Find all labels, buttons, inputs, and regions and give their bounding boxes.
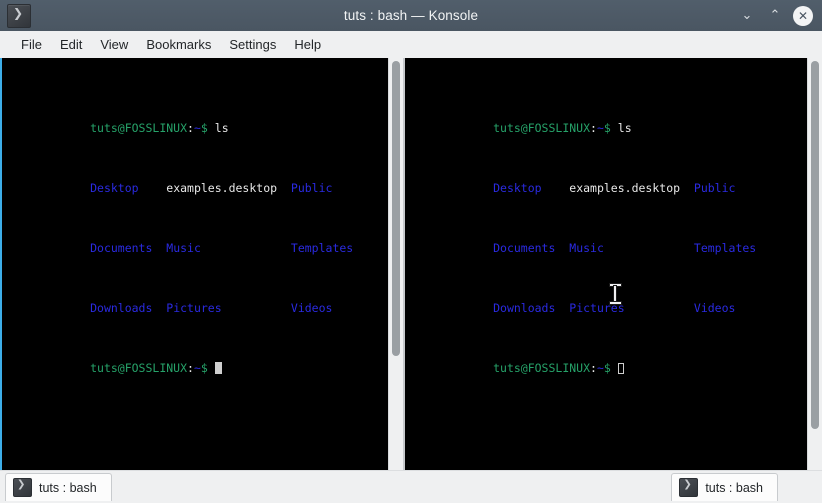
ls-entry: examples.desktop — [166, 181, 278, 195]
ls-entry: Documents — [493, 241, 556, 255]
prompt-user: tuts@FOSSLINUX — [90, 361, 188, 375]
scrollbar-thumb-right[interactable] — [811, 61, 819, 429]
ls-entry: Videos — [693, 301, 736, 315]
ls-entry: Public — [290, 181, 333, 195]
ls-entry: Videos — [290, 301, 333, 315]
terminal-screen-right[interactable]: tuts@FOSSLINUX:~$ ls Desktop examples.de… — [405, 58, 807, 470]
menu-item-view[interactable]: View — [91, 34, 137, 55]
konsole-window: tuts : bash — Konsole ⌄ ⌃ ✕ File Edit Vi… — [0, 0, 822, 503]
ls-entry: examples.desktop — [569, 181, 681, 195]
terminal-line: Desktop examples.desktop Public — [410, 166, 807, 195]
ls-entry: Desktop — [493, 181, 542, 195]
tab-label: tuts : bash — [705, 480, 763, 495]
minimize-icon[interactable]: ⌄ — [734, 3, 760, 29]
ls-entry: Downloads — [90, 301, 153, 315]
close-button[interactable]: ✕ — [790, 3, 816, 29]
window-controls: ⌄ ⌃ ✕ — [734, 0, 816, 31]
terminal-line: tuts@FOSSLINUX:~$ ls — [410, 106, 807, 135]
menu-item-settings[interactable]: Settings — [220, 34, 285, 55]
menu-item-edit[interactable]: Edit — [51, 34, 91, 55]
window-title: tuts : bash — Konsole — [343, 8, 479, 23]
prompt-symbol: $ — [200, 121, 208, 135]
terminal-line: Desktop examples.desktop Public — [7, 166, 388, 195]
terminal-area-left[interactable]: tuts@FOSSLINUX:~$ ls Desktop examples.de… — [0, 58, 403, 470]
tab-label: tuts : bash — [39, 480, 97, 495]
ls-entry: Public — [693, 181, 736, 195]
ls-entry: Pictures — [569, 301, 625, 315]
terminal-pane-left: tuts@FOSSLINUX:~$ ls Desktop examples.de… — [0, 58, 403, 503]
terminal-cursor-right — [617, 363, 624, 374]
terminal-cursor-left — [214, 362, 222, 374]
close-icon: ✕ — [793, 5, 813, 26]
prompt-symbol: $ — [603, 121, 611, 135]
tab-tuts-bash-left[interactable]: tuts : bash — [5, 473, 112, 501]
scrollbar-left[interactable] — [388, 58, 403, 470]
prompt-symbol: $ — [603, 361, 611, 375]
titlebar[interactable]: tuts : bash — Konsole ⌄ ⌃ ✕ — [0, 0, 822, 32]
split-view: tuts@FOSSLINUX:~$ ls Desktop examples.de… — [0, 58, 822, 503]
scrollbar-thumb-left[interactable] — [392, 61, 400, 356]
menu-item-file[interactable]: File — [12, 34, 51, 55]
prompt-symbol: $ — [200, 361, 208, 375]
terminal-command: ls — [610, 121, 632, 135]
terminal-pane-right: tuts@FOSSLINUX:~$ ls Desktop examples.de… — [403, 58, 822, 503]
menu-item-help[interactable]: Help — [285, 34, 330, 55]
ls-entry: Music — [569, 241, 604, 255]
maximize-icon[interactable]: ⌃ — [762, 3, 788, 29]
ls-entry: Music — [166, 241, 201, 255]
terminal-line: tuts@FOSSLINUX:~$ ls — [7, 106, 388, 135]
terminal-line: Documents Music Templates — [410, 226, 807, 255]
terminal-line: tuts@FOSSLINUX:~$ — [7, 346, 388, 375]
ls-entry: Documents — [90, 241, 153, 255]
prompt-user: tuts@FOSSLINUX — [493, 121, 591, 135]
prompt-separator: : — [590, 361, 597, 375]
terminal-screen-left[interactable]: tuts@FOSSLINUX:~$ ls Desktop examples.de… — [2, 58, 388, 470]
tab-tuts-bash-right[interactable]: tuts : bash — [671, 473, 778, 501]
prompt-user: tuts@FOSSLINUX — [90, 121, 188, 135]
terminal-line: Downloads Pictures Videos — [7, 286, 388, 315]
prompt-path: ~ — [596, 121, 604, 135]
prompt-path: ~ — [193, 121, 201, 135]
prompt-path: ~ — [193, 361, 201, 375]
ls-entry: Desktop — [90, 181, 139, 195]
terminal-line: Documents Music Templates — [7, 226, 388, 255]
terminal-command: ls — [207, 121, 229, 135]
terminal-line: tuts@FOSSLINUX:~$ — [410, 346, 807, 375]
terminal-line: Downloads Pictures Videos — [410, 286, 807, 315]
konsole-tab-icon — [679, 478, 699, 497]
menubar: File Edit View Bookmarks Settings Help — [0, 31, 822, 58]
tabbar-right: tuts : bash — [403, 470, 822, 503]
prompt-user: tuts@FOSSLINUX — [493, 361, 591, 375]
prompt-separator: : — [187, 121, 194, 135]
menu-item-bookmarks[interactable]: Bookmarks — [137, 34, 220, 55]
prompt-separator: : — [590, 121, 597, 135]
konsole-tab-icon — [13, 478, 32, 497]
prompt-path: ~ — [596, 361, 604, 375]
ls-entry: Templates — [290, 241, 354, 255]
ls-entry: Pictures — [166, 301, 222, 315]
konsole-icon — [7, 3, 31, 28]
tabbar-left: tuts : bash — [0, 470, 403, 503]
terminal-area-right[interactable]: tuts@FOSSLINUX:~$ ls Desktop examples.de… — [403, 58, 822, 470]
ls-entry: Templates — [693, 241, 757, 255]
ls-entry: Downloads — [493, 301, 556, 315]
prompt-separator: : — [187, 361, 194, 375]
scrollbar-right[interactable] — [807, 58, 822, 470]
